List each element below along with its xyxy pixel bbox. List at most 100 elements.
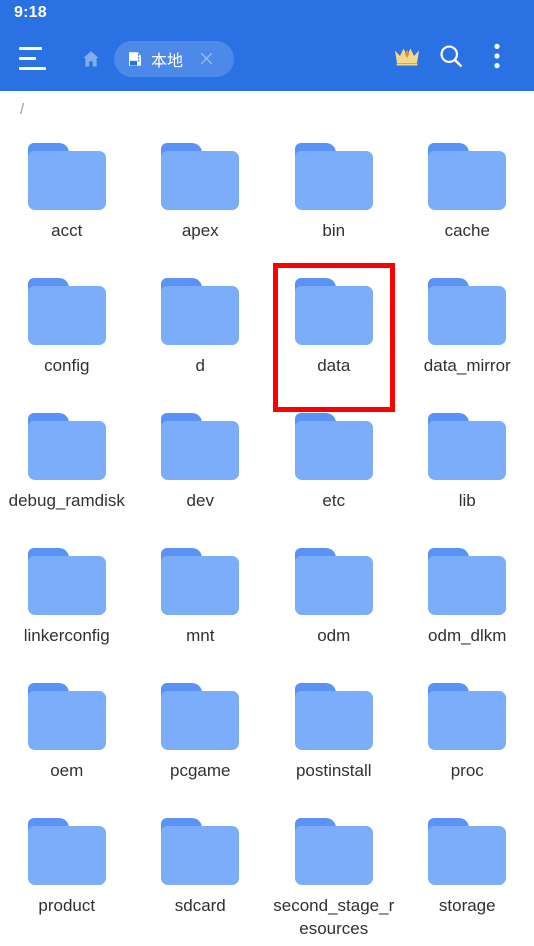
file-grid-item[interactable]: lib — [401, 401, 534, 536]
breadcrumb-root[interactable]: / — [20, 101, 24, 118]
close-x-icon[interactable] — [193, 46, 219, 72]
file-grid-item[interactable]: debug_ramdisk — [0, 401, 134, 536]
folder-icon — [427, 818, 507, 886]
folder-icon-body — [428, 151, 507, 210]
file-grid-item-label: bin — [322, 221, 346, 240]
file-grid-item-label: dev — [186, 491, 214, 510]
more-options-button[interactable] — [474, 36, 520, 82]
file-grid-item[interactable]: storage — [401, 806, 534, 941]
folder-icon — [294, 683, 374, 751]
folder-icon-body — [428, 691, 507, 750]
file-grid-item[interactable]: etc — [267, 401, 401, 536]
file-grid-item[interactable]: cache — [401, 131, 534, 266]
file-grid-item[interactable]: apex — [134, 131, 268, 266]
folder-icon — [427, 548, 507, 616]
file-grid-item-label: apex — [181, 221, 219, 240]
file-grid-item-label: oem — [50, 761, 84, 780]
file-grid: acct apex bin cache config d data data_mirrorde… — [0, 127, 534, 941]
file-grid-item-label: pcgame — [170, 761, 231, 780]
overflow-menu-icon — [494, 43, 500, 74]
file-grid-item[interactable]: dev — [134, 401, 268, 536]
folder-icon-body — [27, 691, 106, 750]
vip-crown-button[interactable] — [386, 36, 428, 82]
folder-icon-body — [27, 556, 106, 615]
file-grid-item-label: mnt — [186, 626, 215, 645]
folder-icon-body — [294, 421, 373, 480]
file-manager-screen: 9:18 本地 / acct apex bin cache config d d… — [0, 0, 534, 946]
file-grid-item[interactable]: proc — [401, 671, 534, 806]
folder-icon — [27, 278, 107, 346]
app-bar: 本地 — [0, 26, 534, 91]
file-grid-item[interactable]: pcgame — [134, 671, 268, 806]
folder-icon-body — [161, 691, 240, 750]
status-bar: 9:18 — [0, 0, 534, 26]
folder-icon — [294, 548, 374, 616]
hamburger-line-2 — [19, 57, 36, 60]
file-grid-item-label: data_mirror — [423, 356, 511, 375]
hamburger-menu-icon[interactable] — [16, 37, 60, 81]
file-grid-item[interactable]: mnt — [134, 536, 268, 671]
file-grid-item-label: proc — [450, 761, 484, 780]
folder-icon-body — [428, 286, 507, 345]
folder-icon — [294, 818, 374, 886]
search-button[interactable] — [428, 36, 474, 82]
file-grid-item[interactable]: acct — [0, 131, 134, 266]
folder-icon-body — [294, 286, 373, 345]
file-grid-item-label: second_stage_resources — [273, 896, 395, 938]
folder-icon — [427, 413, 507, 481]
folder-icon — [27, 143, 107, 211]
file-grid-item[interactable]: linkerconfig — [0, 536, 134, 671]
tab-local-storage[interactable]: 本地 — [114, 40, 234, 77]
folder-icon-body — [161, 151, 240, 210]
folder-icon-body — [27, 151, 106, 210]
file-grid-item-label: odm_dlkm — [428, 626, 507, 645]
folder-icon-body — [161, 286, 240, 345]
file-grid-item[interactable]: sdcard — [134, 806, 268, 941]
file-grid-item-label: linkerconfig — [23, 626, 110, 645]
file-grid-item-label: acct — [51, 221, 83, 240]
folder-icon — [160, 143, 240, 211]
home-icon[interactable] — [74, 37, 108, 81]
folder-icon — [427, 683, 507, 751]
folder-icon — [294, 413, 374, 481]
file-grid-item[interactable]: odm — [267, 536, 401, 671]
file-grid-item[interactable]: postinstall — [267, 671, 401, 806]
file-grid-item[interactable]: bin — [267, 131, 401, 266]
search-icon — [437, 42, 465, 75]
file-grid-item[interactable]: second_stage_resources — [267, 806, 401, 941]
file-grid-item[interactable]: data_mirror — [401, 266, 534, 401]
folder-icon — [160, 278, 240, 346]
folder-icon — [294, 278, 374, 346]
file-grid-item-label: postinstall — [295, 761, 372, 780]
folder-icon-body — [294, 151, 373, 210]
folder-icon — [27, 413, 107, 481]
file-grid-item-label: config — [44, 356, 90, 375]
file-grid-item-label: storage — [438, 896, 496, 915]
file-grid-item-label: product — [38, 896, 96, 915]
file-grid-item[interactable]: data — [267, 266, 401, 401]
hamburger-line-1 — [19, 47, 42, 50]
file-grid-item[interactable]: odm_dlkm — [401, 536, 534, 671]
file-grid-item-label: odm — [317, 626, 351, 645]
folder-icon — [160, 683, 240, 751]
hamburger-line-3 — [19, 67, 46, 70]
folder-icon-body — [428, 556, 507, 615]
folder-icon-body — [27, 286, 106, 345]
folder-icon — [27, 548, 107, 616]
file-grid-item[interactable]: oem — [0, 671, 134, 806]
file-grid-item-label: d — [195, 356, 205, 375]
folder-icon-body — [428, 826, 507, 885]
folder-icon-body — [294, 826, 373, 885]
file-grid-item-label: lib — [458, 491, 476, 510]
file-grid-item[interactable]: product — [0, 806, 134, 941]
tab-label: 本地 — [151, 52, 184, 70]
file-grid-item[interactable]: d — [134, 266, 268, 401]
folder-icon-body — [294, 691, 373, 750]
crown-icon — [393, 44, 421, 73]
file-grid-item-label: debug_ramdisk — [8, 491, 125, 510]
folder-icon-body — [428, 421, 507, 480]
status-bar-clock: 9:18 — [14, 4, 47, 21]
folder-icon — [427, 278, 507, 346]
file-grid-item[interactable]: config — [0, 266, 134, 401]
folder-icon — [160, 413, 240, 481]
